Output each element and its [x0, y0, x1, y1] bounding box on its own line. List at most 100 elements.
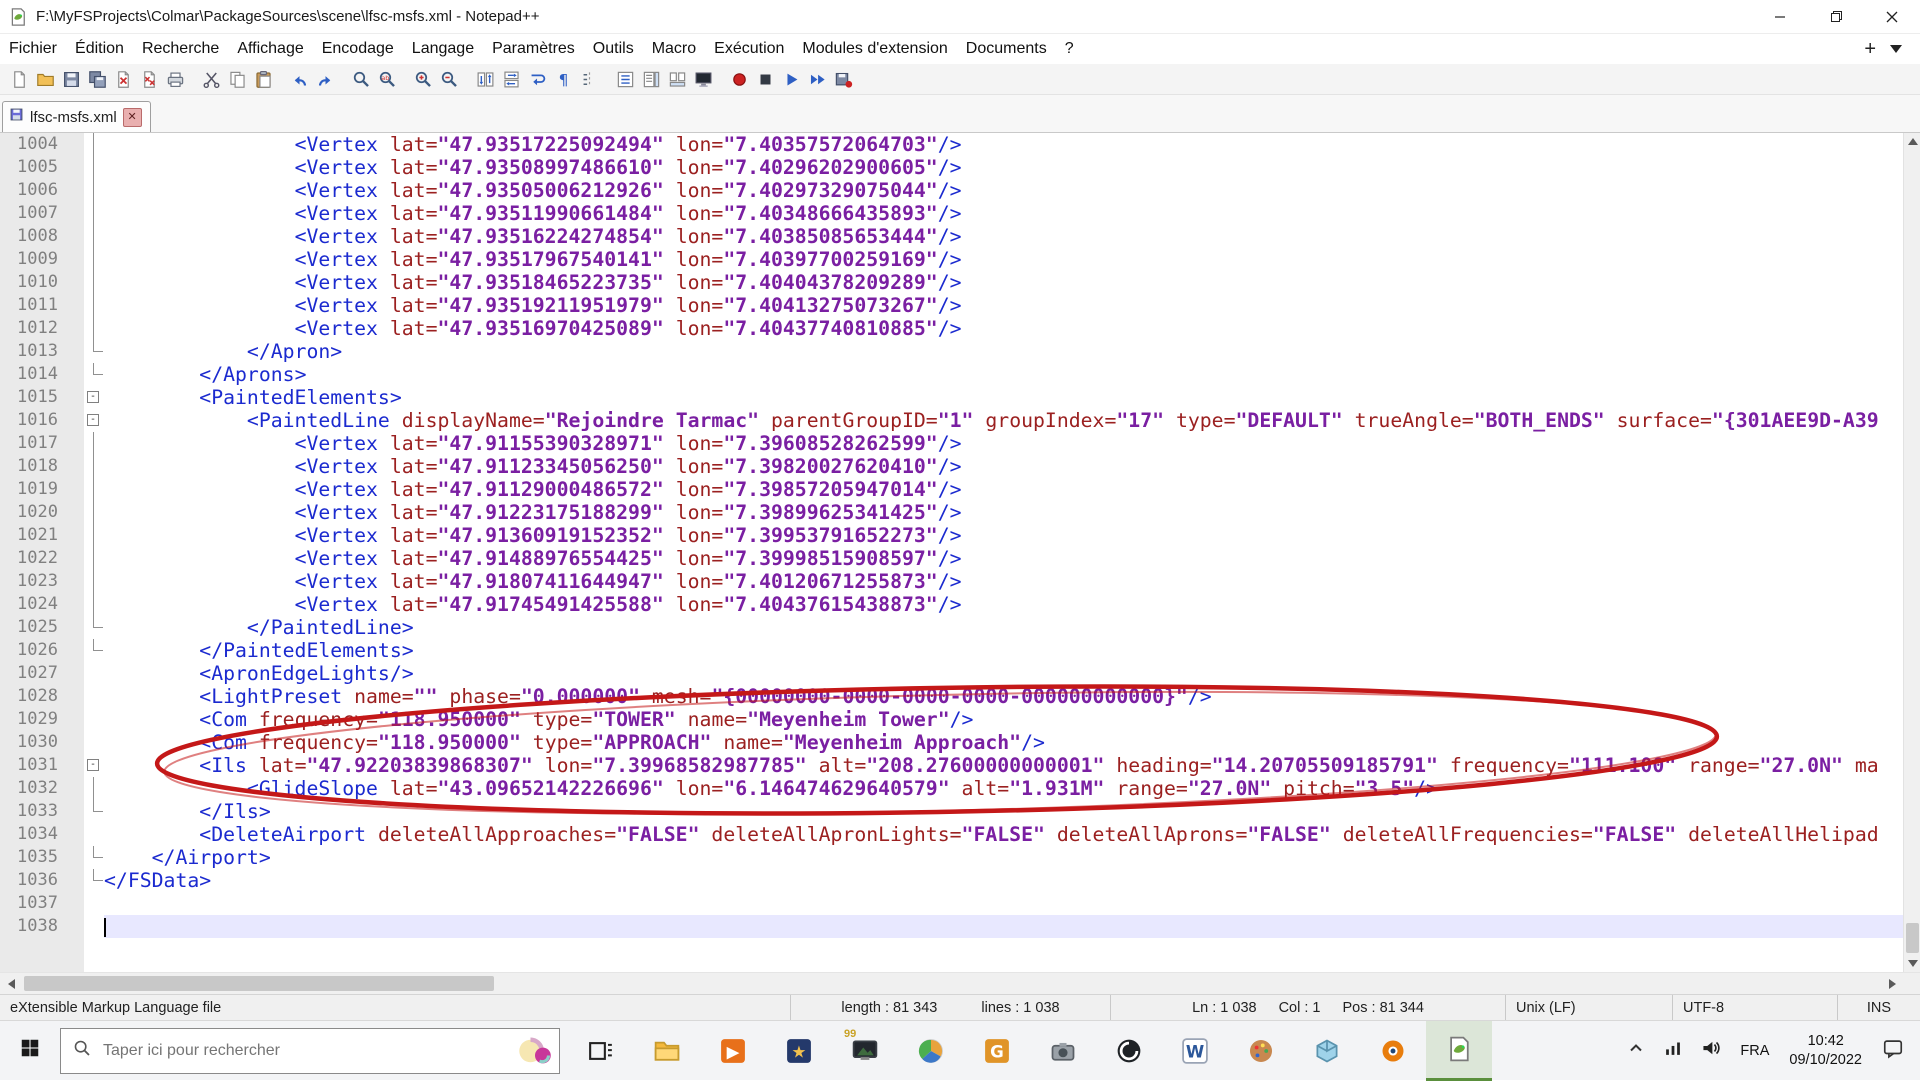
- volume-status[interactable]: [1692, 1021, 1730, 1081]
- code-text[interactable]: <Com frequency="118.950000" type="APPROA…: [104, 731, 1920, 754]
- close-all-button[interactable]: [139, 69, 159, 89]
- macro-record-button[interactable]: [729, 69, 749, 89]
- game-launcher-icon[interactable]: 99: [832, 1021, 898, 1081]
- code-text[interactable]: </Aprons>: [104, 363, 1920, 386]
- network-status[interactable]: [1654, 1021, 1692, 1081]
- code-text[interactable]: <Vertex lat="47.91745491425588" lon="7.4…: [104, 593, 1920, 616]
- code-text[interactable]: <Com frequency="118.950000" type="TOWER"…: [104, 708, 1920, 731]
- code-text[interactable]: <LightPreset name="" phase="0.000000" me…: [104, 685, 1920, 708]
- fold-margin[interactable]: -: [84, 409, 104, 432]
- code-text[interactable]: <Vertex lat="47.93516970425089" lon="7.4…: [104, 317, 1920, 340]
- vertical-scrollbar-thumb[interactable]: [1906, 923, 1919, 953]
- code-text[interactable]: <Vertex lat="47.93511990661484" lon="7.4…: [104, 202, 1920, 225]
- line-number[interactable]: 1038: [0, 915, 84, 938]
- cut-button[interactable]: [201, 69, 221, 89]
- line-number[interactable]: 1014: [0, 363, 84, 386]
- line-number[interactable]: 1036: [0, 869, 84, 892]
- tab-lfsc-msfs-xml[interactable]: lfsc-msfs.xml ✕: [2, 101, 151, 132]
- undo-button[interactable]: [289, 69, 309, 89]
- menu-modules-d-extension[interactable]: Modules d'extension: [793, 40, 956, 58]
- code-text[interactable]: [104, 915, 1920, 938]
- menu-param-tres[interactable]: Paramètres: [483, 40, 584, 58]
- tab-close-icon[interactable]: ✕: [122, 107, 142, 127]
- line-number[interactable]: 1011: [0, 294, 84, 317]
- code-text[interactable]: <PaintedElements>: [104, 386, 1920, 409]
- media-player-icon[interactable]: ▶: [700, 1021, 766, 1081]
- fold-margin[interactable]: -: [84, 386, 104, 409]
- menu-fichier[interactable]: Fichier: [0, 40, 66, 58]
- encoding-status[interactable]: UTF-8: [1672, 995, 1837, 1020]
- line-number[interactable]: 1009: [0, 248, 84, 271]
- show-all-characters-button[interactable]: ¶: [553, 69, 573, 89]
- blender-icon[interactable]: [1360, 1021, 1426, 1081]
- line-number[interactable]: 1032: [0, 777, 84, 800]
- save-file-button[interactable]: [61, 69, 81, 89]
- code-text[interactable]: <Vertex lat="47.93517967540141" lon="7.4…: [104, 248, 1920, 271]
- line-number[interactable]: 1027: [0, 662, 84, 685]
- taskbar-search-box[interactable]: [60, 1027, 560, 1074]
- line-number[interactable]: 1005: [0, 156, 84, 179]
- line-number[interactable]: 1020: [0, 501, 84, 524]
- menu-documents[interactable]: Documents: [957, 40, 1056, 58]
- line-number[interactable]: 1025: [0, 616, 84, 639]
- scroll-down-arrow[interactable]: [1904, 955, 1920, 972]
- replace-button[interactable]: ab: [377, 69, 397, 89]
- restore-button[interactable]: [1808, 0, 1864, 34]
- menu-macro[interactable]: Macro: [643, 40, 705, 58]
- line-number[interactable]: 1007: [0, 202, 84, 225]
- line-number[interactable]: 1015: [0, 386, 84, 409]
- code-text[interactable]: </Ils>: [104, 800, 1920, 823]
- insert-mode-status[interactable]: INS: [1837, 995, 1920, 1020]
- line-number[interactable]: 1017: [0, 432, 84, 455]
- scroll-up-arrow[interactable]: [1904, 133, 1920, 150]
- function-list-button[interactable]: [615, 69, 635, 89]
- document-map-button[interactable]: [641, 69, 661, 89]
- code-text[interactable]: </PaintedLine>: [104, 616, 1920, 639]
- line-number[interactable]: 1034: [0, 823, 84, 846]
- redo-button[interactable]: [315, 69, 335, 89]
- start-button[interactable]: [0, 1021, 60, 1081]
- indent-guide-button[interactable]: [579, 69, 599, 89]
- line-number[interactable]: 1029: [0, 708, 84, 731]
- line-number[interactable]: 1024: [0, 593, 84, 616]
- copy-button[interactable]: [227, 69, 247, 89]
- horizontal-scrollbar-thumb[interactable]: [24, 976, 494, 991]
- word-wrap-button[interactable]: [527, 69, 547, 89]
- menu-[interactable]: ?: [1056, 40, 1083, 58]
- keyboard-language[interactable]: FRA: [1730, 1043, 1779, 1059]
- editor-area[interactable]: 1004 <Vertex lat="47.93517225092494" lon…: [0, 133, 1920, 972]
- file-explorer-icon[interactable]: [634, 1021, 700, 1081]
- orange-tool-app-icon[interactable]: G: [964, 1021, 1030, 1081]
- find-button[interactable]: [351, 69, 371, 89]
- line-number[interactable]: 1004: [0, 133, 84, 156]
- code-text[interactable]: <Vertex lat="47.93516224274854" lon="7.4…: [104, 225, 1920, 248]
- line-number[interactable]: 1010: [0, 271, 84, 294]
- eol-format-status[interactable]: Unix (LF): [1505, 995, 1672, 1020]
- new-file-button[interactable]: [9, 69, 29, 89]
- code-text[interactable]: </PaintedElements>: [104, 639, 1920, 662]
- code-text[interactable]: <Vertex lat="47.93519211951979" lon="7.4…: [104, 294, 1920, 317]
- line-number[interactable]: 1023: [0, 570, 84, 593]
- menu-langage[interactable]: Langage: [403, 40, 483, 58]
- menu-ex-cution[interactable]: Exécution: [705, 40, 793, 58]
- macro-stop-button[interactable]: [755, 69, 775, 89]
- line-number[interactable]: 1030: [0, 731, 84, 754]
- macro-run-multiple-button[interactable]: [807, 69, 827, 89]
- code-text[interactable]: <Vertex lat="47.91360919152352" lon="7.3…: [104, 524, 1920, 547]
- code-text[interactable]: <Vertex lat="47.91223175188299" lon="7.3…: [104, 501, 1920, 524]
- obs-studio-icon[interactable]: [1096, 1021, 1162, 1081]
- code-text[interactable]: </Apron>: [104, 340, 1920, 363]
- taskbar-clock[interactable]: 10:42 09/10/2022: [1779, 1032, 1872, 1070]
- menu-recherche[interactable]: Recherche: [133, 40, 228, 58]
- code-text[interactable]: <Vertex lat="47.93517225092494" lon="7.4…: [104, 133, 1920, 156]
- menu-affichage[interactable]: Affichage: [228, 40, 312, 58]
- macro-save-button[interactable]: [833, 69, 853, 89]
- close-button[interactable]: [1864, 0, 1920, 34]
- new-tab-button[interactable]: +: [1864, 39, 1876, 59]
- search-input[interactable]: [101, 1040, 507, 1061]
- minimize-button[interactable]: [1752, 0, 1808, 34]
- zoom-in-button[interactable]: [413, 69, 433, 89]
- open-file-button[interactable]: [35, 69, 55, 89]
- task-view-button[interactable]: [568, 1021, 634, 1081]
- color-wheel-app-icon[interactable]: [898, 1021, 964, 1081]
